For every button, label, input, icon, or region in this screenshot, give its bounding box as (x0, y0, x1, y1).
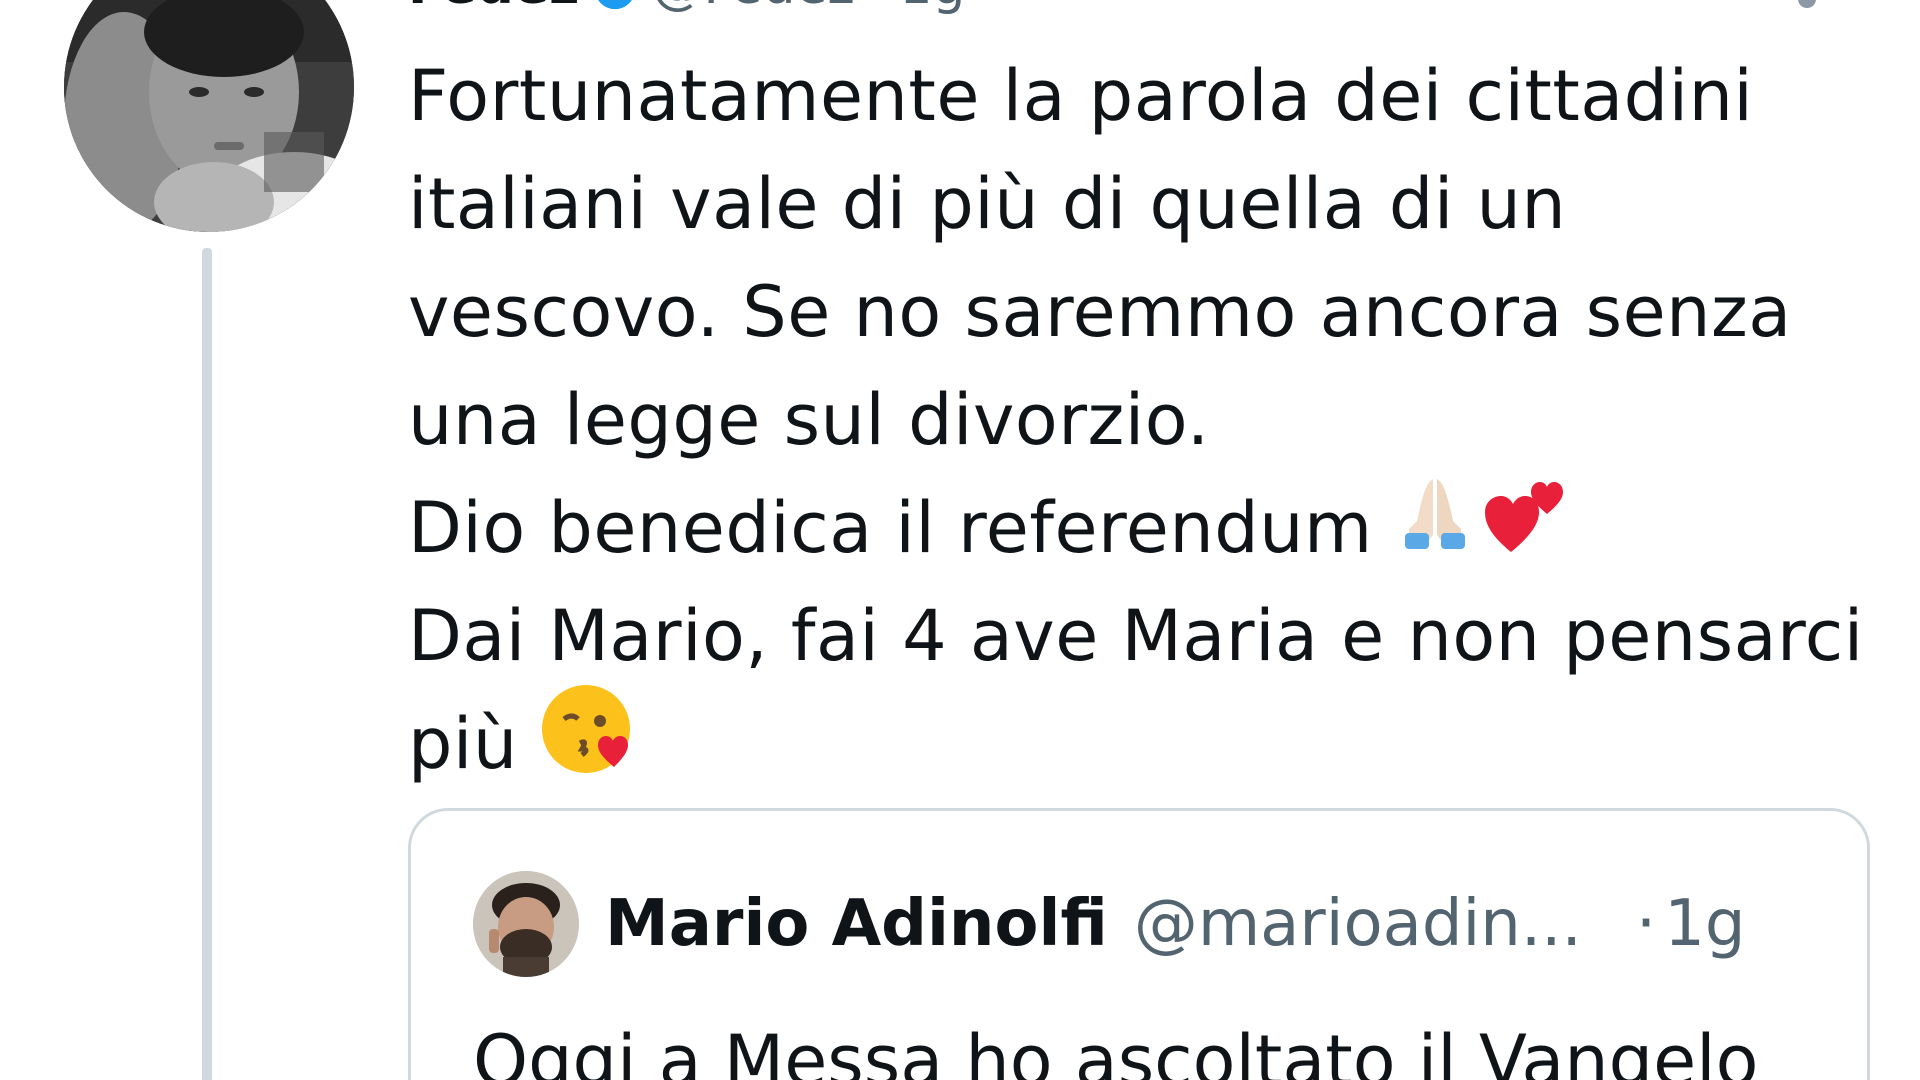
tweet-line: italiani vale di più di quella di un (408, 163, 1567, 245)
tweet-header: Fedez @Fedez · 1g (408, 0, 965, 16)
quoted-avatar-photo-icon (473, 871, 579, 977)
tweet-line-with-emoji: più (408, 685, 1878, 798)
quoted-author-avatar[interactable] (473, 871, 579, 977)
tweet-body: Fortunatamente la parola dei cittadini i… (408, 42, 1878, 798)
two-hearts-icon (1481, 468, 1571, 588)
quoted-tweet-header: Mario Adinolfi @marioadin... · 1g (473, 871, 1746, 977)
tweet-line-text: Dio benedica il referendum (408, 487, 1373, 569)
tweet-line-with-emoji: Dio benedica il referendum (408, 474, 1878, 582)
tweet-line: una legge sul divorzio. (408, 379, 1210, 461)
author-handle[interactable]: @Fedez (651, 0, 854, 16)
tweet-timestamp[interactable]: 1g (899, 0, 965, 16)
quoted-tweet-card[interactable]: Mario Adinolfi @marioadin... · 1g Oggi a… (408, 808, 1870, 1080)
kissing-wink-face-icon (540, 683, 632, 805)
tweet-line: Fortunatamente la parola dei cittadini (408, 55, 1754, 137)
more-options-icon[interactable] (1798, 0, 1816, 8)
quoted-tweet-timestamp[interactable]: 1g (1664, 887, 1745, 961)
tweet-line: Dai Mario, fai 4 ave Maria e non pensarc… (408, 595, 1864, 677)
quoted-author-name[interactable]: Mario Adinolfi (605, 887, 1108, 961)
verified-badge-icon (593, 0, 637, 10)
quoted-author-handle[interactable]: @marioadin... (1134, 887, 1582, 961)
header-separator: · (869, 0, 886, 16)
quoted-header-separator: · (1635, 887, 1657, 961)
author-name[interactable]: Fedez (408, 0, 579, 16)
folded-hands-icon (1395, 473, 1475, 583)
tweet-page: Fedez @Fedez · 1g Fortunatamente la paro… (0, 0, 1920, 1080)
author-avatar[interactable] (64, 0, 354, 232)
thread-connector-line (202, 248, 212, 1080)
avatar-photo-icon (64, 0, 354, 232)
quoted-tweet-text: Oggi a Messa ho ascoltato il Vangelo (473, 1020, 1759, 1080)
tweet-line-text: più (408, 703, 518, 785)
tweet-line: vescovo. Se no saremmo ancora senza (408, 271, 1792, 353)
